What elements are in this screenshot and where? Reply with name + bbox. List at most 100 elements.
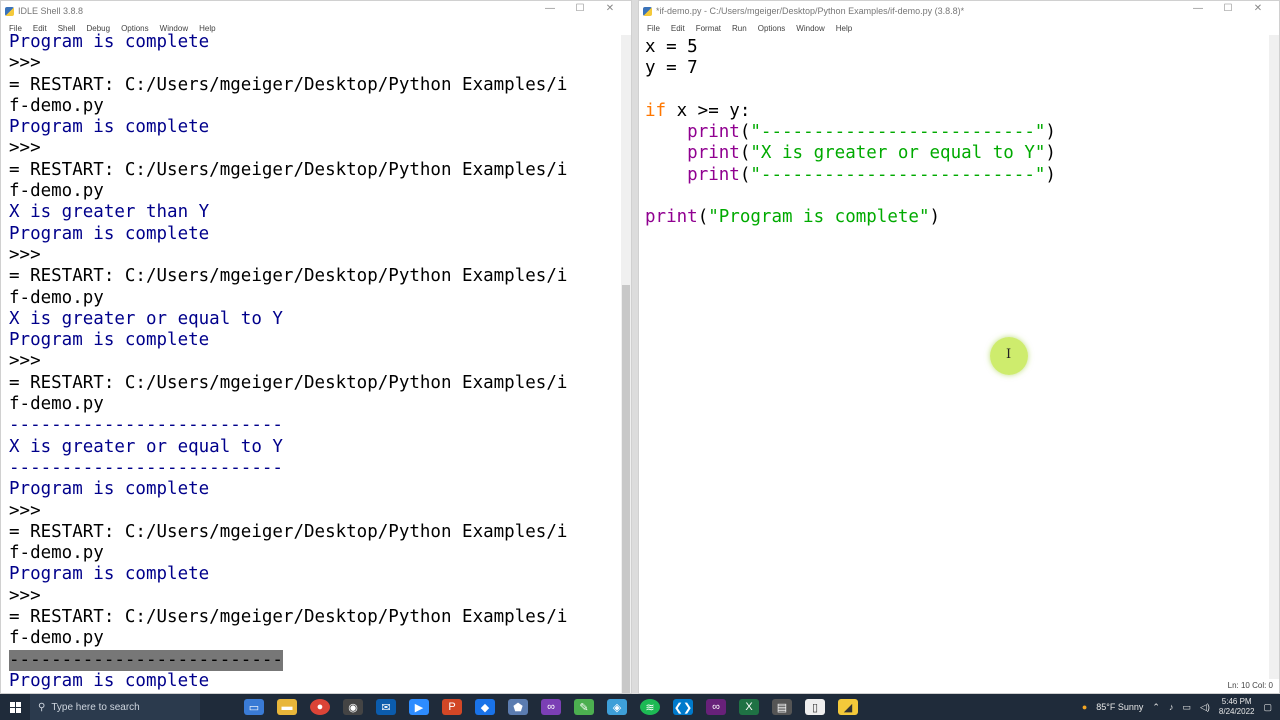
app-icon[interactable]: ▤ bbox=[772, 699, 792, 715]
python-icon bbox=[5, 6, 14, 16]
shell-text: Program is complete bbox=[9, 479, 210, 500]
shell-output[interactable]: Program is complete >>> = RESTART: C:/Use… bbox=[9, 32, 609, 693]
selected-text: -------------------------- bbox=[9, 649, 283, 671]
code-token: print bbox=[687, 143, 740, 164]
volume-icon[interactable]: ◁) bbox=[1200, 702, 1210, 713]
powerpoint-icon[interactable]: P bbox=[442, 699, 462, 715]
python-icon bbox=[643, 6, 652, 16]
minimize-icon[interactable]: — bbox=[535, 3, 565, 14]
maps-icon[interactable]: ◆ bbox=[475, 699, 495, 715]
shell-line: Program is complete bbox=[9, 32, 609, 53]
shell-line: = RESTART: C:/Users/mgeiger/Desktop/Pyth… bbox=[9, 373, 609, 394]
editor-menu-options[interactable]: Options bbox=[758, 24, 786, 33]
shell-text: Program is complete bbox=[9, 564, 210, 585]
start-button[interactable] bbox=[0, 694, 30, 720]
shell-line: = RESTART: C:/Users/mgeiger/Desktop/Pyth… bbox=[9, 522, 609, 543]
editor-scrollbar[interactable] bbox=[1269, 35, 1279, 679]
shell-text: >>> bbox=[9, 585, 52, 606]
close-icon[interactable]: ✕ bbox=[595, 3, 625, 14]
editor-menu-file[interactable]: File bbox=[647, 24, 660, 33]
shell-text: = RESTART: C:/Users/mgeiger/Desktop/Pyth… bbox=[9, 266, 568, 287]
shell-text: f-demo.py bbox=[9, 181, 104, 202]
shell-line: f-demo.py bbox=[9, 288, 609, 309]
zoom-icon[interactable]: ▶ bbox=[409, 699, 429, 715]
shell-text: f-demo.py bbox=[9, 628, 104, 649]
excel-icon[interactable]: X bbox=[739, 699, 759, 715]
shell-text: X is greater than Y bbox=[9, 202, 210, 223]
code-token: if bbox=[645, 100, 667, 121]
code-line: print("X is greater or equal to Y") bbox=[645, 143, 1257, 164]
microphone-icon[interactable]: ♪ bbox=[1169, 702, 1174, 712]
editor-statusbar: Ln: 10 Col: 0 bbox=[1227, 681, 1273, 690]
weather-text[interactable]: 85°F Sunny bbox=[1096, 702, 1143, 712]
shell-line: f-demo.py bbox=[9, 543, 609, 564]
obs-icon[interactable]: ◉ bbox=[343, 699, 363, 715]
code-token: x >= y: bbox=[666, 100, 751, 121]
visual-studio-icon[interactable]: ∞ bbox=[541, 699, 561, 715]
editor-menu-format[interactable]: Format bbox=[696, 24, 721, 33]
notepad-icon[interactable]: ✎ bbox=[574, 699, 594, 715]
shell-text: f-demo.py bbox=[9, 95, 104, 116]
shell-text: = RESTART: C:/Users/mgeiger/Desktop/Pyth… bbox=[9, 607, 568, 628]
code-token: y = 7 bbox=[645, 58, 698, 79]
shell-line: f-demo.py bbox=[9, 96, 609, 117]
maximize-icon[interactable]: ☐ bbox=[1213, 3, 1243, 14]
editor-menu-edit[interactable]: Edit bbox=[671, 24, 685, 33]
code-token: x = 5 bbox=[645, 37, 698, 57]
git-icon[interactable]: ◈ bbox=[607, 699, 627, 715]
chrome-icon[interactable]: ● bbox=[310, 699, 330, 715]
clock[interactable]: 5:46 PM 8/24/2022 bbox=[1219, 697, 1255, 717]
minimize-icon[interactable]: — bbox=[1183, 3, 1213, 14]
shell-line: X is greater than Y bbox=[9, 202, 609, 223]
search-icon: ⚲ bbox=[38, 701, 46, 713]
idle-shell-window[interactable]: IDLE Shell 3.8.8 — ☐ ✕ File Edit Shell Debu… bbox=[0, 0, 632, 694]
editor-menu-help[interactable]: Help bbox=[836, 24, 852, 33]
weather-icon: ● bbox=[1081, 702, 1088, 712]
code-editor[interactable]: x = 5y = 7 if x >= y: print("------------… bbox=[645, 37, 1257, 693]
shell-scrollbar[interactable] bbox=[621, 35, 631, 693]
code-line: print("--------------------------") bbox=[645, 165, 1257, 186]
mail-icon[interactable]: ✉ bbox=[376, 699, 396, 715]
network-icon[interactable]: ▭ bbox=[1182, 702, 1191, 713]
shield-icon[interactable]: ⬟ bbox=[508, 699, 528, 715]
editor-window[interactable]: *if-demo.py - C:/Users/mgeiger/Desktop/P… bbox=[638, 0, 1280, 694]
chevron-up-icon[interactable]: ⌃ bbox=[1152, 702, 1160, 713]
editor-menu-window[interactable]: Window bbox=[796, 24, 824, 33]
shell-text: Program is complete bbox=[9, 117, 210, 138]
clock-date: 8/24/2022 bbox=[1218, 707, 1255, 716]
code-token: ) bbox=[1045, 164, 1056, 185]
editor-menubar: File Edit Format Run Options Window Help bbox=[639, 21, 1279, 35]
code-token: ( bbox=[739, 164, 751, 185]
document-icon[interactable]: ▯ bbox=[805, 699, 825, 715]
shell-line: >>> bbox=[9, 245, 609, 266]
shell-line: Program is complete bbox=[9, 224, 609, 245]
file-explorer-icon[interactable]: ▭ bbox=[244, 699, 264, 715]
close-icon[interactable]: ✕ bbox=[1243, 3, 1273, 14]
vs-purple-icon[interactable]: ∞ bbox=[706, 699, 726, 715]
spotify-icon[interactable]: ≋ bbox=[640, 699, 660, 715]
folder-icon[interactable]: ▬ bbox=[277, 699, 297, 715]
editor-menu-run[interactable]: Run bbox=[732, 24, 747, 33]
shell-text: = RESTART: C:/Users/mgeiger/Desktop/Pyth… bbox=[9, 159, 568, 180]
vscode-icon[interactable]: ❮❯ bbox=[673, 699, 693, 715]
shell-titlebar[interactable]: IDLE Shell 3.8.8 — ☐ ✕ bbox=[1, 1, 631, 21]
shell-text: -------------------------- bbox=[9, 415, 283, 436]
code-token: ( bbox=[739, 143, 751, 164]
taskbar-search[interactable]: ⚲ Type here to search bbox=[30, 694, 200, 720]
code-token: ) bbox=[1045, 143, 1056, 164]
python-taskbar-icon[interactable]: ◢ bbox=[838, 699, 858, 715]
shell-line: = RESTART: C:/Users/mgeiger/Desktop/Pyth… bbox=[9, 75, 609, 96]
maximize-icon[interactable]: ☐ bbox=[565, 3, 595, 14]
shell-text: Program is complete bbox=[9, 223, 210, 244]
code-token: "--------------------------" bbox=[750, 122, 1046, 143]
shell-text: >>> bbox=[9, 244, 52, 265]
editor-title: *if-demo.py - C:/Users/mgeiger/Desktop/P… bbox=[656, 6, 965, 16]
clock-time: 5:46 PM bbox=[1221, 697, 1252, 706]
editor-titlebar[interactable]: *if-demo.py - C:/Users/mgeiger/Desktop/P… bbox=[639, 1, 1279, 21]
shell-line: X is greater or equal to Y bbox=[9, 309, 609, 330]
notifications-icon[interactable]: ▢ bbox=[1263, 702, 1272, 713]
